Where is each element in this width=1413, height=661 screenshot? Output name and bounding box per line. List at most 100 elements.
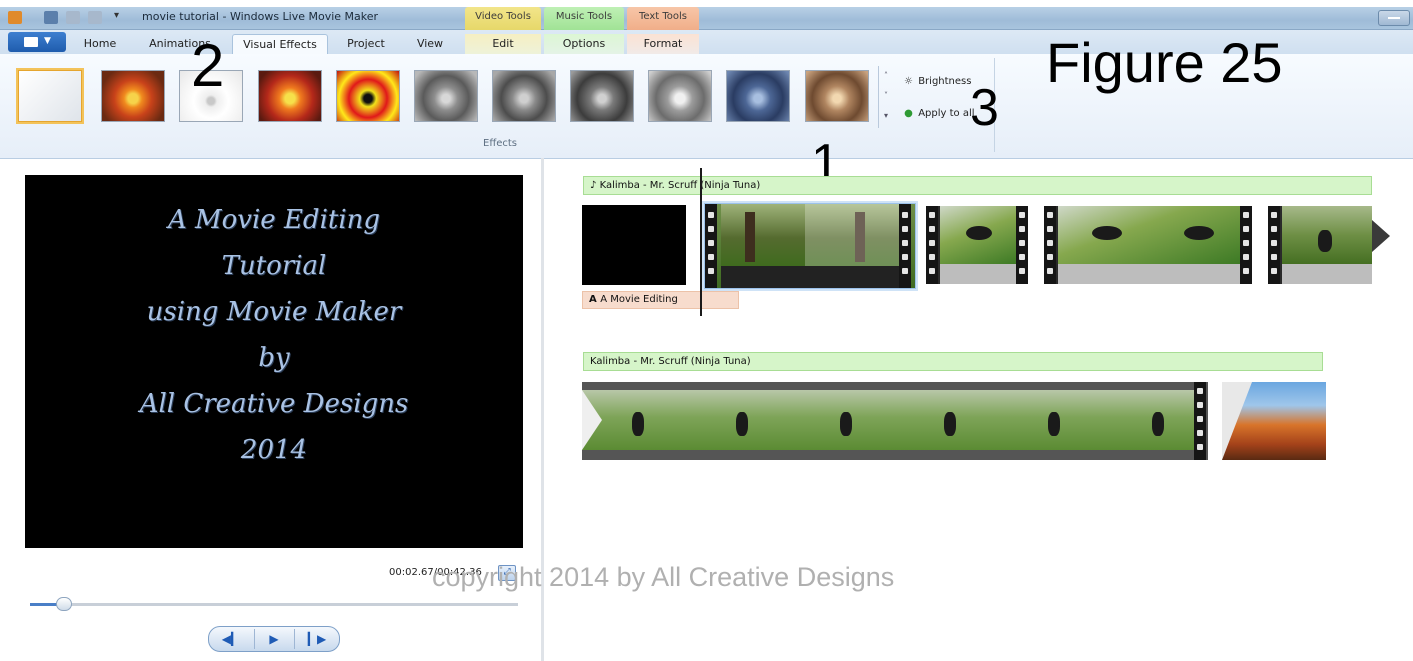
tab-project[interactable]: Project xyxy=(338,34,394,54)
apply-to-all-icon: ● xyxy=(904,108,913,119)
app-icon xyxy=(8,11,22,24)
app-menu-button[interactable]: ▼ xyxy=(8,32,66,52)
bird-shape xyxy=(1318,230,1332,252)
film-sprocket xyxy=(1016,206,1028,284)
bird-shape xyxy=(632,412,644,436)
bird-shape xyxy=(1184,226,1214,240)
seek-bar[interactable] xyxy=(30,597,518,611)
bird-shape xyxy=(1152,412,1164,436)
clip-bottom-bar xyxy=(721,266,901,288)
transition-marker xyxy=(582,390,602,450)
annotation-2: 2 xyxy=(191,32,225,99)
effect-thumbnail[interactable] xyxy=(570,70,634,122)
preview-text-line: 2014 xyxy=(240,435,308,465)
annotation-3: 3 xyxy=(970,79,999,137)
preview-text-line: using Movie Maker xyxy=(146,297,402,327)
effect-no-effect[interactable] xyxy=(16,68,84,124)
video-clip[interactable] xyxy=(582,382,1208,460)
seek-bar-thumb[interactable] xyxy=(56,597,72,611)
clip-bottom-bar xyxy=(1058,264,1240,284)
tab-edit[interactable]: Edit xyxy=(465,34,541,54)
photo-clip[interactable] xyxy=(1222,382,1326,460)
caption-bar[interactable]: A A Movie Editing xyxy=(582,291,739,309)
preview-text-line: All Creative Designs xyxy=(139,389,409,419)
apply-to-all-button[interactable]: ● Apply to all xyxy=(902,108,975,119)
film-sprocket xyxy=(1268,206,1280,284)
effects-group-label: Effects xyxy=(483,138,517,149)
tab-visual-effects[interactable]: Visual Effects xyxy=(232,34,328,55)
caption-label: A Movie Editing xyxy=(600,294,678,305)
brightness-icon: ☼ xyxy=(904,76,913,87)
clip-bottom-bar xyxy=(1282,264,1372,284)
bird-shape xyxy=(736,412,748,436)
video-clip[interactable] xyxy=(926,206,1028,284)
play-button[interactable]: ▶ xyxy=(254,627,294,651)
film-sprocket xyxy=(926,206,938,284)
preview-text-line: by xyxy=(258,343,290,373)
window-title: movie tutorial - Windows Live Movie Make… xyxy=(142,10,379,23)
save-icon[interactable] xyxy=(44,11,58,24)
control-separator xyxy=(294,629,295,649)
brightness-button[interactable]: ☼ Brightness xyxy=(902,76,971,87)
preview-text-line: A Movie Editing xyxy=(167,205,381,235)
gallery-expand-icon[interactable]: ▾ xyxy=(879,106,893,126)
music-note-icon: ♪ xyxy=(590,180,600,191)
film-sprocket xyxy=(705,204,717,288)
video-clip[interactable] xyxy=(1268,206,1372,284)
film-sprocket xyxy=(1240,206,1252,284)
tab-format[interactable]: Format xyxy=(627,34,699,54)
clip-frame xyxy=(582,390,1194,450)
effect-thumbnail[interactable] xyxy=(101,70,165,122)
brightness-label: Brightness xyxy=(918,76,972,87)
effect-thumbnail[interactable] xyxy=(414,70,478,122)
effect-thumbnail[interactable] xyxy=(336,70,400,122)
undo-icon[interactable] xyxy=(66,11,80,24)
tab-options[interactable]: Options xyxy=(544,34,624,54)
effect-thumbnail[interactable] xyxy=(805,70,869,122)
scroll-down-icon[interactable]: ˅ xyxy=(879,86,893,106)
apply-to-all-label: Apply to all xyxy=(918,108,975,119)
film-sprocket xyxy=(1194,382,1206,460)
player-controls: ◀▎ ▶ ▎▶ xyxy=(208,626,340,652)
effect-thumbnail[interactable] xyxy=(258,70,322,122)
effect-thumbnail[interactable] xyxy=(492,70,556,122)
transition-marker xyxy=(1222,382,1252,460)
title-clip[interactable] xyxy=(582,205,686,285)
gallery-scrollbar[interactable]: ˄ ˅ ▾ xyxy=(878,66,893,128)
previous-frame-button[interactable]: ◀▎ xyxy=(211,627,251,651)
title-bar: ▾ movie tutorial - Windows Live Movie Ma… xyxy=(0,7,1413,30)
film-sprocket xyxy=(1044,206,1056,284)
video-clip-selected[interactable] xyxy=(702,201,918,291)
context-tab-text-tools: Text Tools xyxy=(627,7,699,31)
bird-shape xyxy=(966,226,992,240)
context-tab-video-tools: Video Tools xyxy=(465,7,541,31)
transition-arrow-icon xyxy=(1372,220,1390,252)
film-sprocket xyxy=(899,204,911,288)
chevron-down-icon: ▼ xyxy=(44,36,51,46)
effect-thumbnail[interactable] xyxy=(726,70,790,122)
preview-text-line: Tutorial xyxy=(221,251,327,281)
tab-home[interactable]: Home xyxy=(76,34,124,54)
effect-thumbnail[interactable] xyxy=(648,70,712,122)
copyright-watermark: copyright 2014 by All Creative Designs xyxy=(432,562,895,592)
playhead[interactable] xyxy=(700,168,702,316)
tree-trunk xyxy=(745,212,755,262)
next-frame-button[interactable]: ▎▶ xyxy=(297,627,337,651)
clip-bottom-bar xyxy=(940,264,1016,284)
bird-shape xyxy=(1092,226,1122,240)
bird-shape xyxy=(1048,412,1060,436)
video-clip[interactable] xyxy=(1044,206,1252,284)
music-track-bar[interactable]: Kalimba - Mr. Scruff (Ninja Tuna) xyxy=(583,352,1323,371)
music-track-label: Kalimba - Mr. Scruff (Ninja Tuna) xyxy=(599,180,761,191)
minimize-button[interactable] xyxy=(1378,10,1410,26)
app-menu-icon xyxy=(24,37,38,47)
context-tab-music-tools: Music Tools xyxy=(544,7,624,31)
music-track-label: Kalimba - Mr. Scruff (Ninja Tuna) xyxy=(590,356,751,367)
quick-access-dropdown-icon[interactable]: ▾ xyxy=(114,10,119,21)
scroll-up-icon[interactable]: ˄ xyxy=(879,66,893,86)
tab-view[interactable]: View xyxy=(406,34,454,54)
preview-monitor: A Movie Editing Tutorial using Movie Mak… xyxy=(25,175,523,548)
redo-icon[interactable] xyxy=(88,11,102,24)
text-caption-icon: A xyxy=(589,294,601,305)
bird-shape xyxy=(944,412,956,436)
